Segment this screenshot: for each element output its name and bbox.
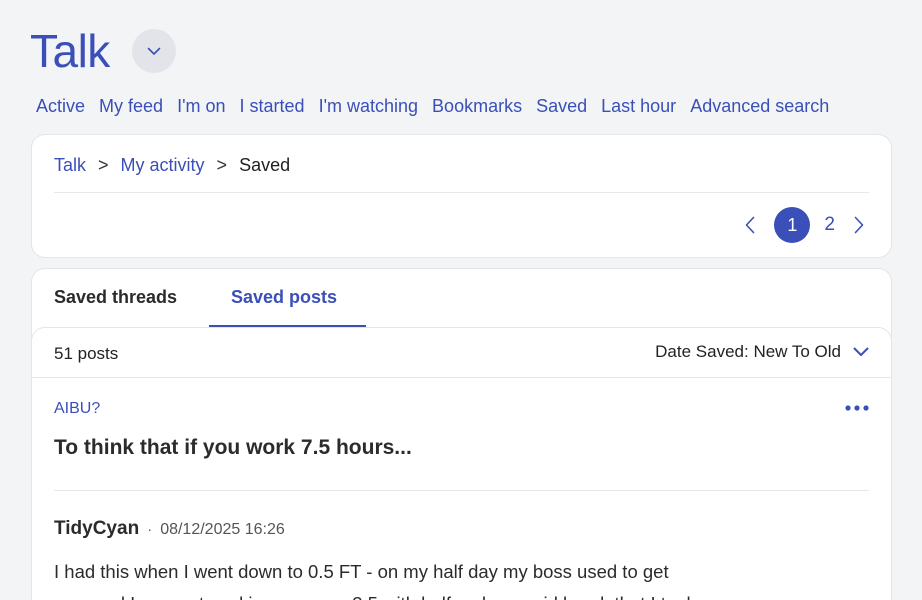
nav-im-watching[interactable]: I'm watching <box>319 96 418 117</box>
page-header: Talk <box>30 24 176 78</box>
breadcrumb: Talk > My activity > Saved <box>54 155 290 176</box>
posts-card: 51 posts Date Saved: New To Old AIBU? To… <box>31 327 892 600</box>
post-count: 51 posts <box>54 344 119 363</box>
tab-saved-posts[interactable]: Saved posts <box>231 287 337 308</box>
post-body: I had this when I went down to 0.5 FT - … <box>54 561 669 582</box>
nav-my-feed[interactable]: My feed <box>99 96 163 117</box>
thread-title[interactable]: To think that if you work 7.5 hours... <box>54 436 412 460</box>
sort-label: Date Saved: New To Old <box>655 342 841 361</box>
nav-last-hour[interactable]: Last hour <box>601 96 676 117</box>
page-1-button[interactable]: 1 <box>774 207 811 243</box>
chevron-right-icon <box>854 216 864 234</box>
breadcrumb-separator: > <box>216 155 228 175</box>
post-category[interactable]: AIBU? <box>54 400 100 418</box>
nav-im-on[interactable]: I'm on <box>177 96 225 117</box>
breadcrumb-my-activity[interactable]: My activity <box>121 155 205 176</box>
nav-active[interactable]: Active <box>36 96 85 117</box>
app-title[interactable]: Talk <box>30 24 110 78</box>
sort-dropdown[interactable]: Date Saved: New To Old <box>655 342 869 362</box>
breadcrumb-talk[interactable]: Talk <box>54 155 86 176</box>
posts-header: 51 posts Date Saved: New To Old <box>32 328 891 378</box>
previous-page-button[interactable] <box>740 209 760 241</box>
page-2-button[interactable]: 2 <box>824 214 835 236</box>
pagination: 1 2 <box>740 207 869 243</box>
title-dropdown-button[interactable] <box>131 29 176 73</box>
nav-i-started[interactable]: I started <box>240 96 305 117</box>
chevron-down-icon <box>853 347 869 356</box>
post-body-continued: annoyed I was not working a proper 3.5 w… <box>54 590 874 600</box>
top-nav: Active My feed I'm on I started I'm watc… <box>36 96 829 117</box>
chevron-left-icon <box>746 216 755 234</box>
breadcrumb-separator: > <box>98 155 109 175</box>
post-meta: TidyCyan · 08/12/2025 16:26 <box>54 518 285 540</box>
tab-saved-threads[interactable]: Saved threads <box>54 287 177 308</box>
post-timestamp: 08/12/2025 16:26 <box>160 521 285 538</box>
nav-advanced-search[interactable]: Advanced search <box>690 96 829 117</box>
more-options-button[interactable] <box>845 398 869 416</box>
chevron-down-icon <box>147 47 161 55</box>
more-horizontal-icon <box>845 405 869 411</box>
nav-bookmarks[interactable]: Bookmarks <box>432 96 522 117</box>
nav-saved[interactable]: Saved <box>536 96 587 117</box>
post-author[interactable]: TidyCyan <box>54 518 139 540</box>
breadcrumb-card: Talk > My activity > Saved 1 2 <box>31 134 892 258</box>
breadcrumb-current: Saved <box>239 155 291 175</box>
divider <box>54 490 869 491</box>
next-page-button[interactable] <box>849 209 869 241</box>
divider <box>54 192 869 193</box>
meta-separator: · <box>147 521 153 538</box>
